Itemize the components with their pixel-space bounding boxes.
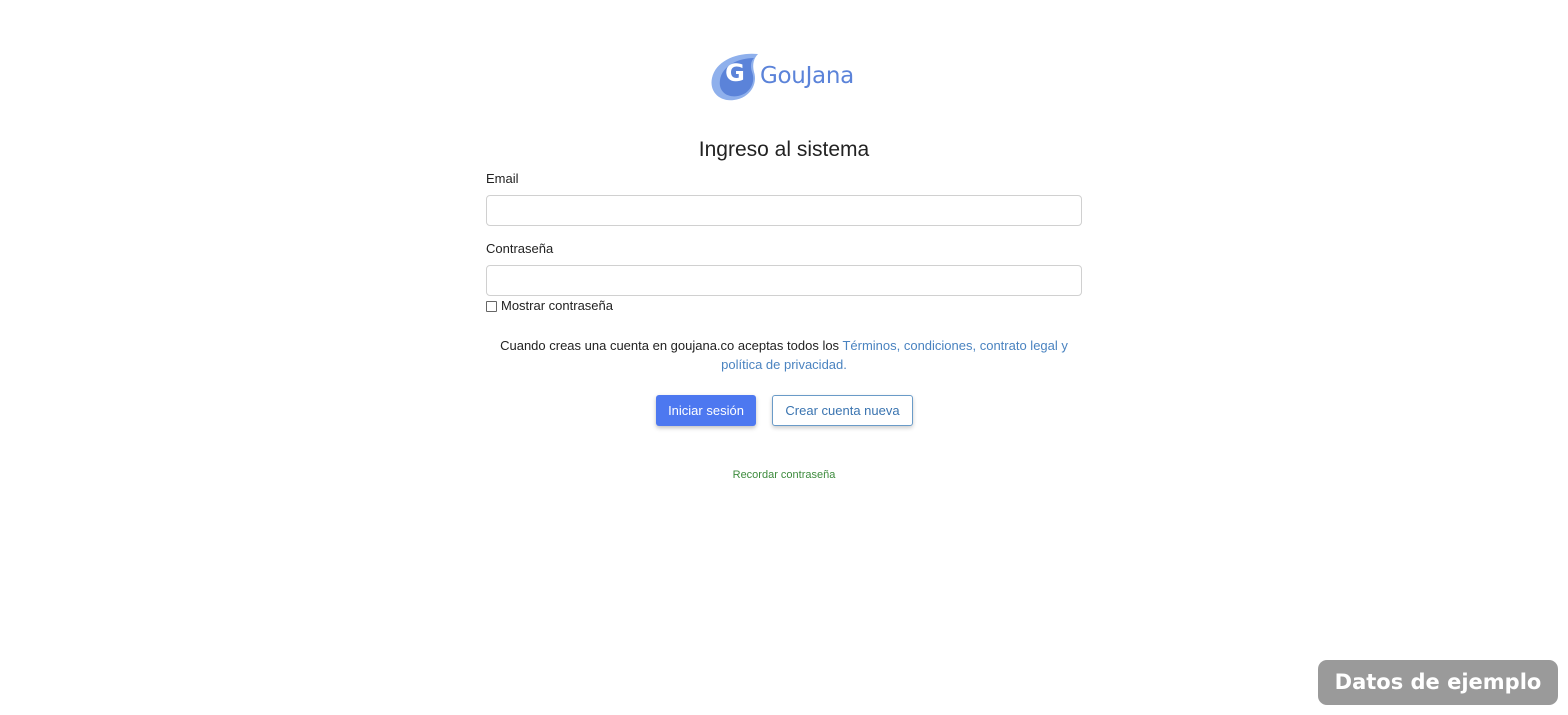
password-field[interactable] bbox=[486, 265, 1082, 296]
email-label: Email bbox=[486, 171, 519, 186]
goujana-logo: G GouJana bbox=[708, 48, 868, 104]
logo-drop-icon: G bbox=[708, 50, 760, 102]
create-account-button[interactable]: Crear cuenta nueva bbox=[772, 395, 913, 426]
login-button[interactable]: Iniciar sesión bbox=[656, 395, 756, 426]
show-password-toggle[interactable]: Mostrar contraseña bbox=[486, 297, 613, 315]
remember-password-link[interactable]: Recordar contraseña bbox=[684, 467, 884, 483]
email-field[interactable] bbox=[486, 195, 1082, 226]
password-label: Contraseña bbox=[486, 241, 554, 256]
show-password-checkbox[interactable] bbox=[486, 300, 497, 312]
logo-wordmark: GouJana bbox=[760, 63, 854, 89]
page-title: Ingreso al sistema bbox=[698, 138, 870, 161]
terms-notice: Cuando creas una cuenta en goujana.co ac… bbox=[486, 336, 1082, 374]
show-password-label: Mostrar contraseña bbox=[501, 298, 613, 313]
logo-letter: G bbox=[725, 59, 745, 87]
sample-data-badge: Datos de ejemplo bbox=[1318, 660, 1558, 705]
login-page: G GouJana Ingreso al sistema Email Contr… bbox=[0, 0, 1568, 715]
terms-prefix: Cuando creas una cuenta en goujana.co ac… bbox=[500, 338, 843, 353]
